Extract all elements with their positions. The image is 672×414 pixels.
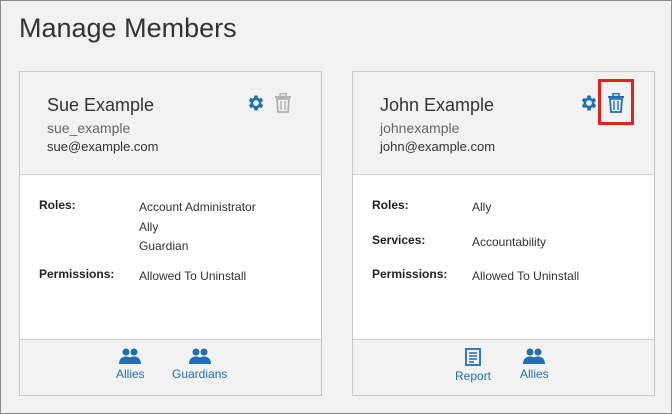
guardians-label: Guardians: [172, 367, 228, 381]
people-icon: [188, 348, 211, 364]
page-title: Manage Members: [19, 13, 237, 43]
delete-highlight-box: [598, 79, 634, 125]
gear-icon: [248, 95, 264, 111]
people-icon: [119, 348, 142, 364]
role-value: Account Administrator: [139, 200, 256, 214]
role-value: Guardian: [139, 239, 189, 253]
report-link[interactable]: Report: [455, 348, 491, 383]
allies-label: Allies: [520, 367, 549, 381]
member-card-sue: Sue Example sue_example sue@example.com: [19, 71, 322, 396]
report-label: Report: [455, 369, 492, 383]
role-value: Ally: [472, 200, 492, 214]
member-name: Sue Example: [47, 95, 155, 115]
member-card-footer: Report Allies: [353, 339, 654, 395]
gear-icon: [581, 95, 597, 111]
member-card-footer: Allies Guardians: [20, 339, 321, 395]
member-details: Roles: Account Administrator Ally Guardi…: [20, 175, 321, 339]
services-label: Services:: [372, 233, 426, 247]
permission-value: Allowed To Uninstall: [139, 269, 247, 283]
settings-button[interactable]: [578, 92, 600, 114]
guardians-link[interactable]: Guardians: [172, 348, 227, 381]
permissions-label: Permissions:: [39, 267, 115, 281]
trash-icon: [275, 93, 291, 113]
permissions-label: Permissions:: [372, 267, 448, 281]
allies-label: Allies: [116, 367, 145, 381]
allies-link[interactable]: Allies: [520, 348, 549, 381]
roles-label: Roles:: [372, 198, 409, 212]
member-username: sue_example: [47, 120, 131, 136]
delete-button[interactable]: [272, 92, 294, 114]
role-value: Ally: [139, 219, 159, 234]
service-value: Accountability: [472, 235, 547, 249]
member-username: johnexample: [380, 120, 460, 136]
report-icon: [465, 348, 481, 366]
member-details: Roles: Ally Services: Accountability Per…: [353, 175, 654, 339]
allies-link[interactable]: Allies: [116, 348, 145, 381]
settings-button[interactable]: [245, 92, 267, 114]
roles-label: Roles:: [39, 198, 76, 212]
people-icon: [523, 348, 546, 364]
member-email: john@example.com: [380, 139, 496, 154]
permission-value: Allowed To Uninstall: [472, 269, 580, 283]
member-name: John Example: [380, 95, 495, 115]
manage-members-panel: Manage Members Sue Example sue_example s…: [0, 0, 672, 414]
member-email: sue@example.com: [47, 139, 159, 154]
member-card-header: Sue Example sue_example sue@example.com: [20, 72, 321, 175]
